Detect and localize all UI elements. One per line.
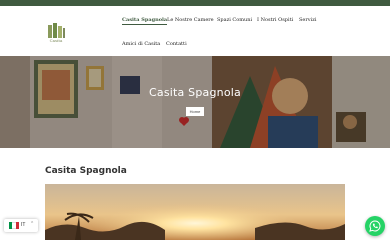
nav-item-servizi[interactable]: Servizi xyxy=(299,17,316,23)
site-header: Casita Casita Spagnola Le Nostre Camere … xyxy=(0,6,390,56)
whatsapp-button[interactable] xyxy=(365,216,385,236)
breadcrumb-home[interactable]: Home xyxy=(186,107,204,116)
hero-overlay xyxy=(0,56,390,148)
italy-flag-icon xyxy=(9,222,19,229)
hero-banner: Casita Spagnola xyxy=(0,56,390,148)
section-title: Casita Spagnola xyxy=(45,166,127,176)
language-code: IT xyxy=(21,222,26,228)
nav-item-contatti[interactable]: Contatti xyxy=(166,41,187,47)
whatsapp-icon xyxy=(369,220,381,232)
sunset-image xyxy=(45,184,345,240)
chevron-up-icon: ⌃ xyxy=(30,221,35,227)
main-nav: Casita Spagnola Le Nostre Camere Spazi C… xyxy=(0,6,390,56)
nav-item-le-nostre-camere[interactable]: Le Nostre Camere xyxy=(167,17,214,23)
nav-item-casita-spagnola[interactable]: Casita Spagnola xyxy=(122,17,168,25)
flag-stripe-red xyxy=(15,222,19,229)
language-switcher[interactable]: IT ⌃ xyxy=(4,219,38,232)
nav-item-i-nostri-ospiti[interactable]: I Nostri Ospiti xyxy=(257,17,293,23)
nav-item-spazi-comuni[interactable]: Spazi Comuni xyxy=(217,17,252,23)
sunset-photo xyxy=(45,184,345,240)
nav-item-amici-di-casita[interactable]: Amici di Casita xyxy=(122,41,160,47)
hero-title: Casita Spagnola xyxy=(149,86,241,99)
